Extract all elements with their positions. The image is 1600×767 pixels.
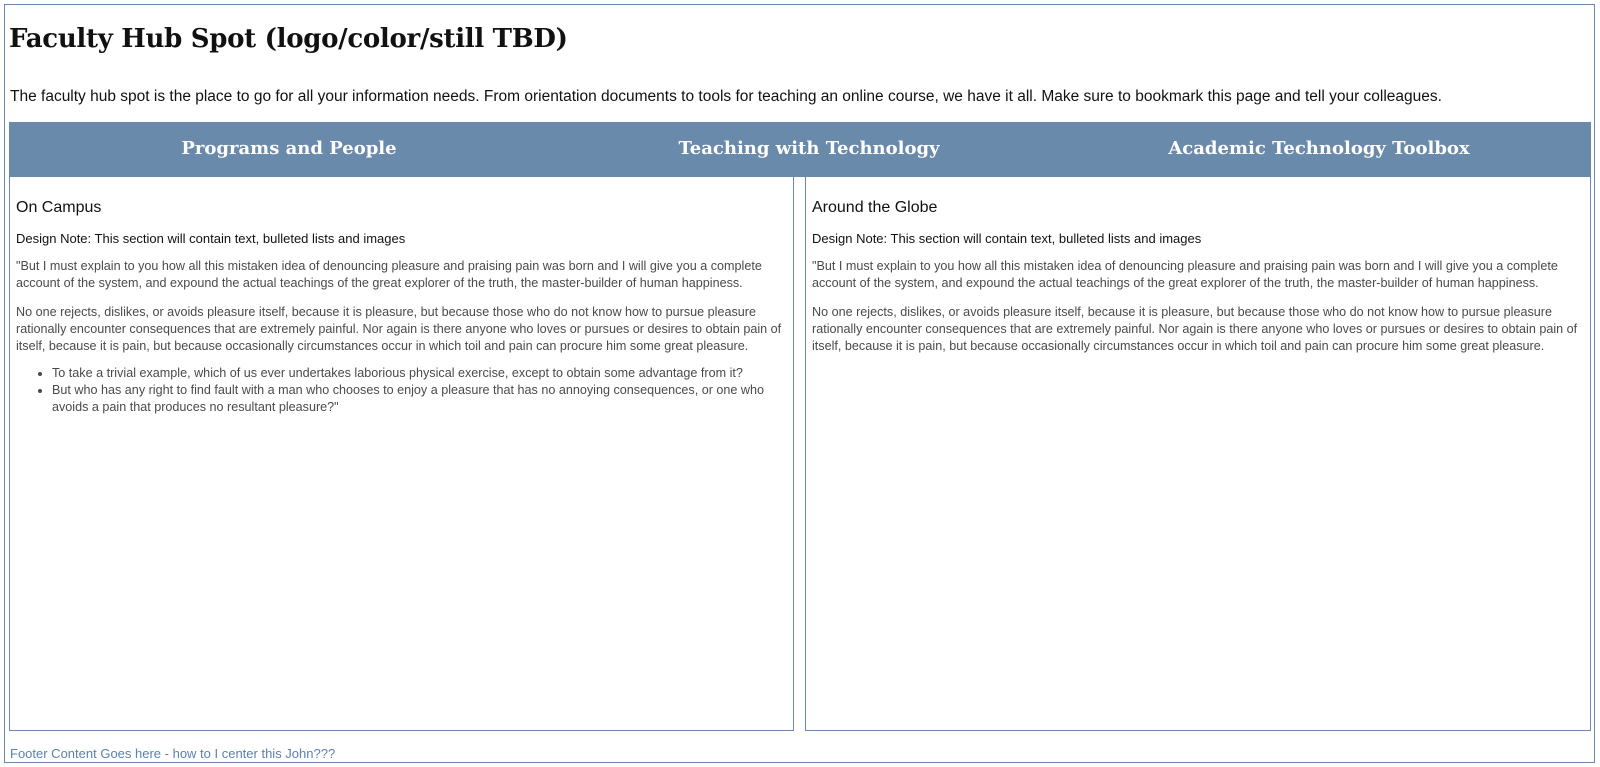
nav-teaching-with-technology[interactable]: Teaching with Technology [529, 138, 1089, 159]
list-item: To take a trivial example, which of us e… [52, 365, 787, 382]
body-paragraph: No one rejects, dislikes, or avoids plea… [812, 305, 1578, 353]
design-note: Design Note: This section will contain t… [16, 231, 406, 246]
bullet-list: To take a trivial example, which of us e… [16, 365, 787, 416]
list-item: But who has any right to find fault with… [52, 382, 787, 416]
panel-heading: On Campus [16, 199, 102, 216]
body-paragraph: No one rejects, dislikes, or avoids plea… [16, 305, 782, 353]
panel-heading: Around the Globe [812, 199, 938, 216]
page-title: Faculty Hub Spot (logo/color/still TBD) [9, 24, 568, 54]
main-nav: Programs and People Teaching with Techno… [9, 122, 1591, 177]
body-paragraph: "But I must explain to you how all this … [812, 259, 1558, 290]
design-note: Design Note: This section will contain t… [812, 231, 1202, 246]
intro-text: The faculty hub spot is the place to go … [10, 88, 1442, 105]
panel-around-the-globe: Around the Globe Design Note: This secti… [805, 176, 1591, 731]
body-paragraph: "But I must explain to you how all this … [16, 259, 762, 290]
panel-on-campus: On Campus Design Note: This section will… [9, 176, 794, 731]
footer-text: Footer Content Goes here - how to I cent… [10, 746, 336, 761]
nav-academic-technology-toolbox[interactable]: Academic Technology Toolbox [1039, 138, 1599, 159]
nav-programs-and-people[interactable]: Programs and People [9, 138, 569, 159]
